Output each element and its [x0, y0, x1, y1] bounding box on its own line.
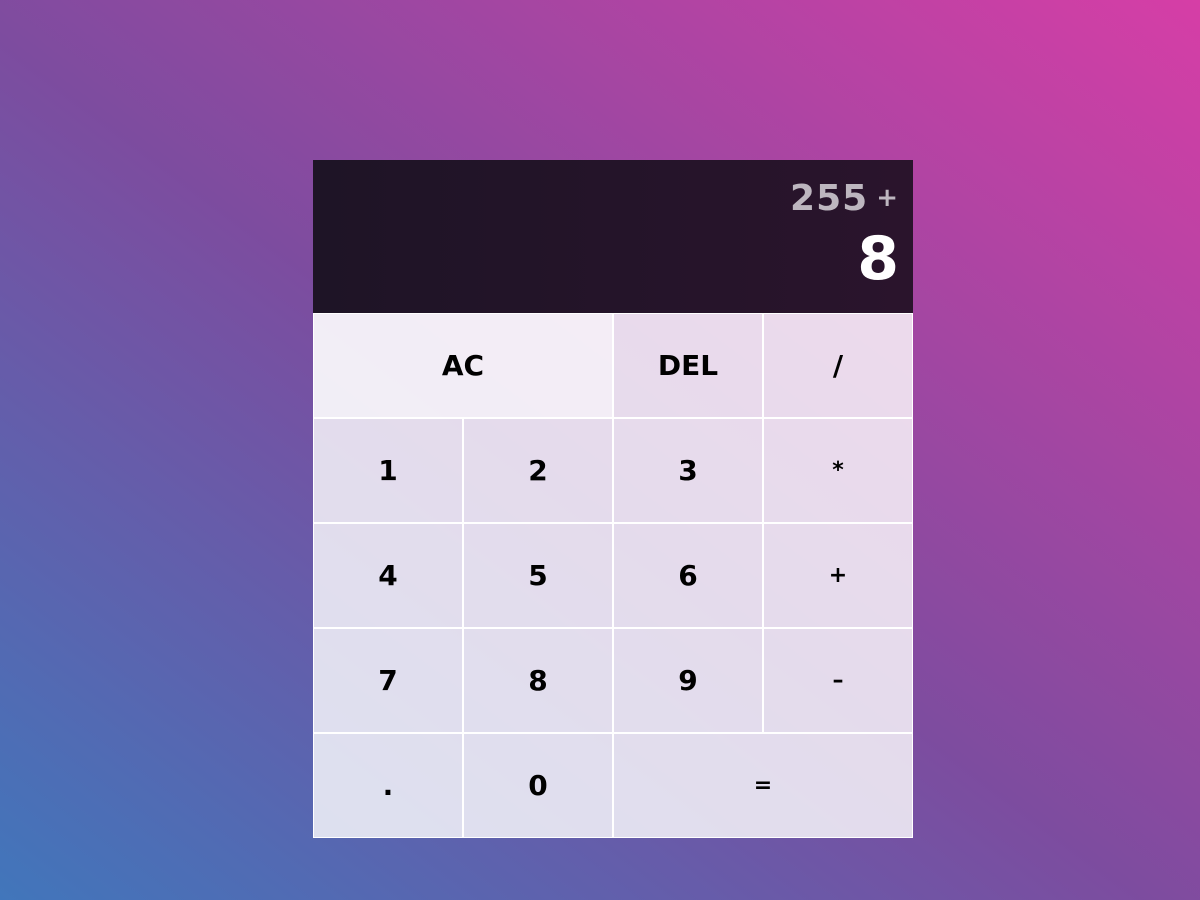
delete-button[interactable]: DEL — [613, 313, 763, 418]
previous-operand: 255 — [790, 178, 869, 219]
decimal-button[interactable]: . — [313, 733, 463, 838]
subtract-button[interactable]: – — [763, 628, 913, 733]
digit-7-button[interactable]: 7 — [313, 628, 463, 733]
digit-9-button[interactable]: 9 — [613, 628, 763, 733]
digit-2-button[interactable]: 2 — [463, 418, 613, 523]
add-button[interactable]: + — [763, 523, 913, 628]
digit-4-button[interactable]: 4 — [313, 523, 463, 628]
multiply-button[interactable]: * — [763, 418, 913, 523]
digit-3-button[interactable]: 3 — [613, 418, 763, 523]
digit-6-button[interactable]: 6 — [613, 523, 763, 628]
digit-1-button[interactable]: 1 — [313, 418, 463, 523]
calculator: 255 + 8 AC DEL / 1 2 3 * 4 5 6 + 7 8 9 – … — [313, 160, 913, 838]
divide-button[interactable]: / — [763, 313, 913, 418]
all-clear-button[interactable]: AC — [313, 313, 613, 418]
current-operand: 8 — [857, 224, 899, 294]
digit-8-button[interactable]: 8 — [463, 628, 613, 733]
previous-operand-display: 255 + — [790, 178, 899, 219]
equals-button[interactable]: = — [613, 733, 913, 838]
calculator-display: 255 + 8 — [313, 160, 913, 313]
digit-0-button[interactable]: 0 — [463, 733, 613, 838]
pending-operation: + — [876, 183, 899, 213]
digit-5-button[interactable]: 5 — [463, 523, 613, 628]
